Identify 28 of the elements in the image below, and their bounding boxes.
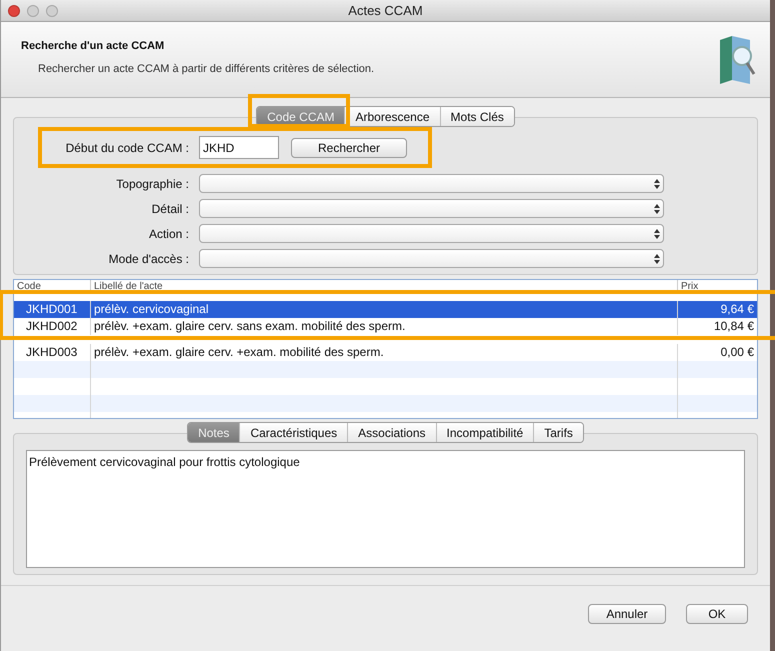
search-button[interactable]: Rechercher <box>291 138 407 158</box>
tab[interactable]: Tarifs <box>533 423 583 442</box>
header-title: Recherche d'un acte CCAM <box>21 39 166 54</box>
table-cell-text: JKHD001 <box>25 301 78 318</box>
field-label: Détail : <box>150 200 190 218</box>
field-label: Début du code CCAM : <box>64 140 190 156</box>
field-label: Mode d'accès : <box>108 250 190 268</box>
field-label: Topographie : <box>115 176 190 192</box>
tab[interactable]: Incompatibilité <box>436 423 534 442</box>
table-cell: prélèv. +exam. glaire cerv. sans exam. mobilité des sperm. <box>90 318 677 335</box>
field-label: Action : <box>148 226 190 242</box>
notes-text-area[interactable]: Prélèvement cervicovaginal pour frottis cytologique <box>26 450 745 568</box>
code-input-field[interactable]: JKHD <box>199 136 279 159</box>
table-cell-text: JKHD003 <box>25 344 78 361</box>
tab[interactable]: Associations <box>347 423 436 442</box>
column-header[interactable]: Libellé de l'acte <box>90 280 677 292</box>
dialog-button[interactable]: Annuler <box>588 604 666 624</box>
column-header[interactable]: Code <box>14 280 90 292</box>
header-subtitle: Rechercher un acte CCAM à partir de différents critères de sélection. <box>37 62 376 76</box>
table-cell-text: JKHD002 <box>25 318 78 335</box>
table-cell: 10,84 € <box>677 318 757 335</box>
tab[interactable]: Mots Clés <box>440 107 514 126</box>
table-row[interactable]: JKHD001 prélèv. cervicovaginal 9,64 € <box>14 301 757 318</box>
dialog-button[interactable]: OK <box>686 604 748 624</box>
column-header[interactable]: Prix <box>677 280 757 292</box>
tab[interactable]: Caractéristiques <box>239 423 348 442</box>
window-title: Actes CCAM <box>348 2 423 20</box>
tab[interactable]: Arborescence <box>344 107 440 126</box>
